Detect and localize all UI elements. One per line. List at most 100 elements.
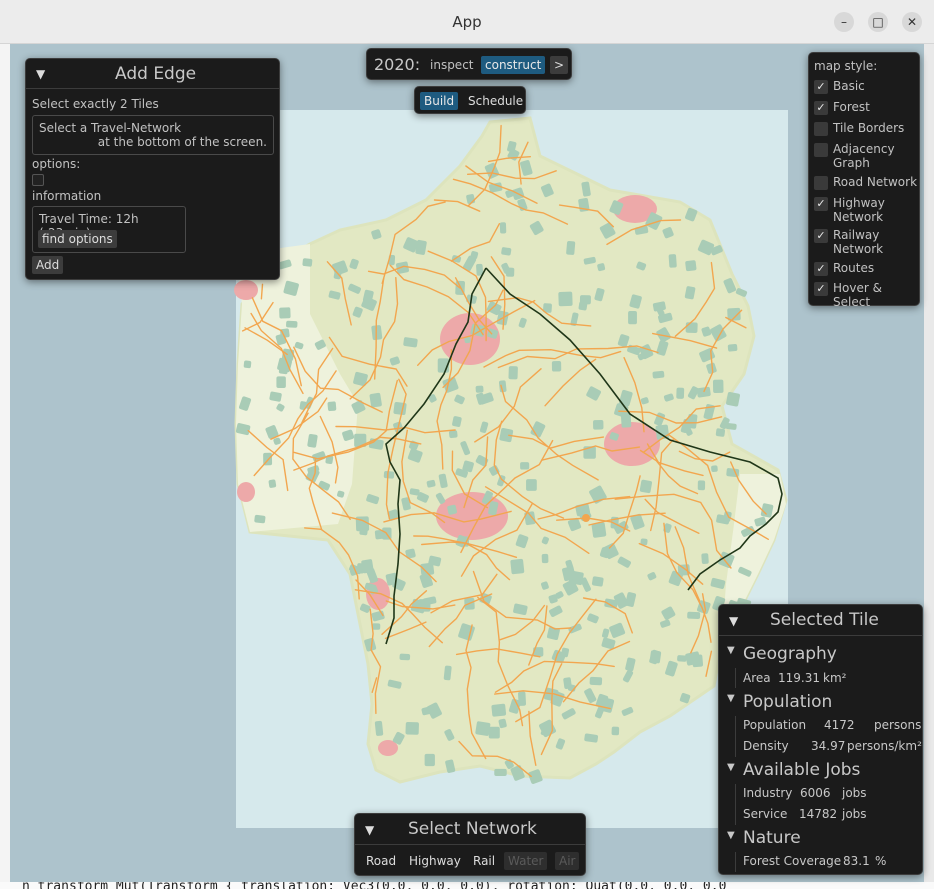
hint-line-2: at the bottom of the screen.: [97, 135, 267, 149]
forest-patch: [276, 376, 286, 389]
map-style-label: Tile Borders: [833, 121, 905, 135]
next-year-button[interactable]: >: [550, 56, 569, 74]
forest-patch: [591, 576, 604, 587]
forest-patch: [508, 366, 518, 380]
map-style-checkbox[interactable]: ✓: [814, 80, 828, 94]
forest-patch: [697, 480, 706, 491]
collapse-triangle-icon[interactable]: ▼: [365, 823, 374, 837]
forest-patch: [302, 258, 313, 267]
forest-patch: [488, 726, 500, 739]
forest-patch: [510, 558, 525, 575]
map-style-label: Network: [833, 210, 884, 224]
forest-patch: [677, 655, 687, 662]
maximize-button[interactable]: □: [868, 12, 888, 32]
forest-patch: [475, 385, 484, 393]
forest-patch: [520, 462, 530, 470]
forest-patch: [692, 654, 704, 668]
forest-patch: [374, 720, 384, 736]
forest-patch: [541, 553, 549, 564]
urban-area: [234, 280, 258, 300]
option-checkbox[interactable]: [32, 174, 44, 186]
forest-patch: [701, 553, 709, 564]
map-style-checkbox[interactable]: [814, 143, 828, 157]
map-style-label: Basic: [833, 79, 865, 93]
forest-patch: [526, 479, 537, 491]
map-style-checkbox[interactable]: [814, 176, 828, 190]
network-rail-button[interactable]: Rail: [469, 852, 499, 870]
population-toggle[interactable]: ▼: [727, 693, 735, 704]
close-button[interactable]: ✕: [902, 12, 922, 32]
forest-patch: [711, 465, 718, 472]
forest-patch: [279, 307, 291, 319]
construct-mode-button[interactable]: construct: [481, 56, 546, 74]
forest-patch: [424, 753, 435, 767]
minimize-button[interactable]: –: [834, 12, 854, 32]
add-button[interactable]: Add: [32, 256, 64, 274]
map-style-checkbox[interactable]: [814, 122, 828, 136]
forest-patch: [361, 559, 374, 574]
jobs-toggle[interactable]: ▼: [727, 762, 735, 773]
find-options-button[interactable]: find options: [38, 230, 117, 248]
network-water-button[interactable]: Water: [504, 852, 548, 870]
map-style-label: Routes: [833, 261, 875, 275]
map-style-title: map style:: [814, 59, 878, 73]
nature-toggle[interactable]: ▼: [727, 830, 735, 841]
collapse-triangle-icon[interactable]: ▼: [729, 614, 738, 628]
forest-patch: [687, 611, 701, 619]
geography-toggle[interactable]: ▼: [727, 645, 735, 656]
forest-patch: [551, 360, 562, 372]
forest-patch: [278, 365, 289, 375]
information-label: information: [32, 189, 102, 203]
forest-patch: [399, 653, 411, 661]
area-unit: km²: [823, 671, 847, 685]
forest-patch: [696, 386, 711, 398]
forest-patch: [652, 370, 665, 379]
industry-unit: jobs: [842, 786, 867, 800]
map-style-label: Forest: [833, 100, 870, 114]
industry-label: Industry: [743, 786, 793, 800]
map-style-checkbox[interactable]: ✓: [814, 262, 828, 276]
jobs-header: Available Jobs: [743, 760, 861, 780]
map-style-label: Hover & Select: [833, 281, 882, 309]
forest-patch: [491, 703, 507, 717]
map-style-label: Railway: [833, 228, 880, 242]
service-label: Service: [743, 807, 788, 821]
area-value: 119.31: [778, 671, 820, 685]
forest-patch: [715, 428, 726, 437]
tab-build[interactable]: Build: [420, 92, 459, 110]
map-style-label: Graph: [833, 156, 870, 170]
map-style-checkbox[interactable]: ✓: [814, 282, 828, 296]
forest-patch: [566, 240, 576, 255]
service-unit: jobs: [842, 807, 867, 821]
network-air-button[interactable]: Air: [555, 852, 580, 870]
map-style-checkbox[interactable]: ✓: [814, 101, 828, 115]
forest-patch: [393, 401, 407, 416]
add-edge-panel: ▼ Add Edge Select exactly 2 Tiles Select…: [25, 58, 280, 280]
forest-patch: [475, 721, 491, 736]
forest-patch: [369, 392, 382, 408]
service-value: 14782: [799, 807, 838, 821]
map-style-checkbox[interactable]: ✓: [814, 229, 828, 243]
forest-patch: [685, 260, 697, 272]
forest-patch: [726, 391, 740, 407]
selected-tile-marker[interactable]: [582, 514, 590, 522]
forest-coverage-unit: %: [875, 854, 887, 868]
industry-value: 6006: [800, 786, 831, 800]
forest-patch: [685, 322, 698, 333]
window-titlebar[interactable]: App – □ ✕: [0, 0, 934, 44]
forest-coverage-value: 83.1: [843, 854, 870, 868]
tab-schedule[interactable]: Schedule: [464, 92, 527, 110]
map-style-checkbox[interactable]: ✓: [814, 197, 828, 211]
network-highway-button[interactable]: Highway: [405, 852, 465, 870]
network-road-button[interactable]: Road: [362, 852, 400, 870]
map-style-label: Network: [833, 242, 884, 256]
forest-patch: [254, 514, 266, 524]
forest-patch: [405, 721, 419, 735]
forest-patch: [668, 254, 677, 268]
forest-patch: [593, 419, 604, 430]
forest-patch: [286, 320, 298, 328]
forest-patch: [372, 623, 381, 630]
area-label: Area: [743, 671, 771, 685]
inspect-mode-button[interactable]: inspect: [430, 58, 474, 72]
collapse-triangle-icon[interactable]: ▼: [36, 67, 45, 81]
